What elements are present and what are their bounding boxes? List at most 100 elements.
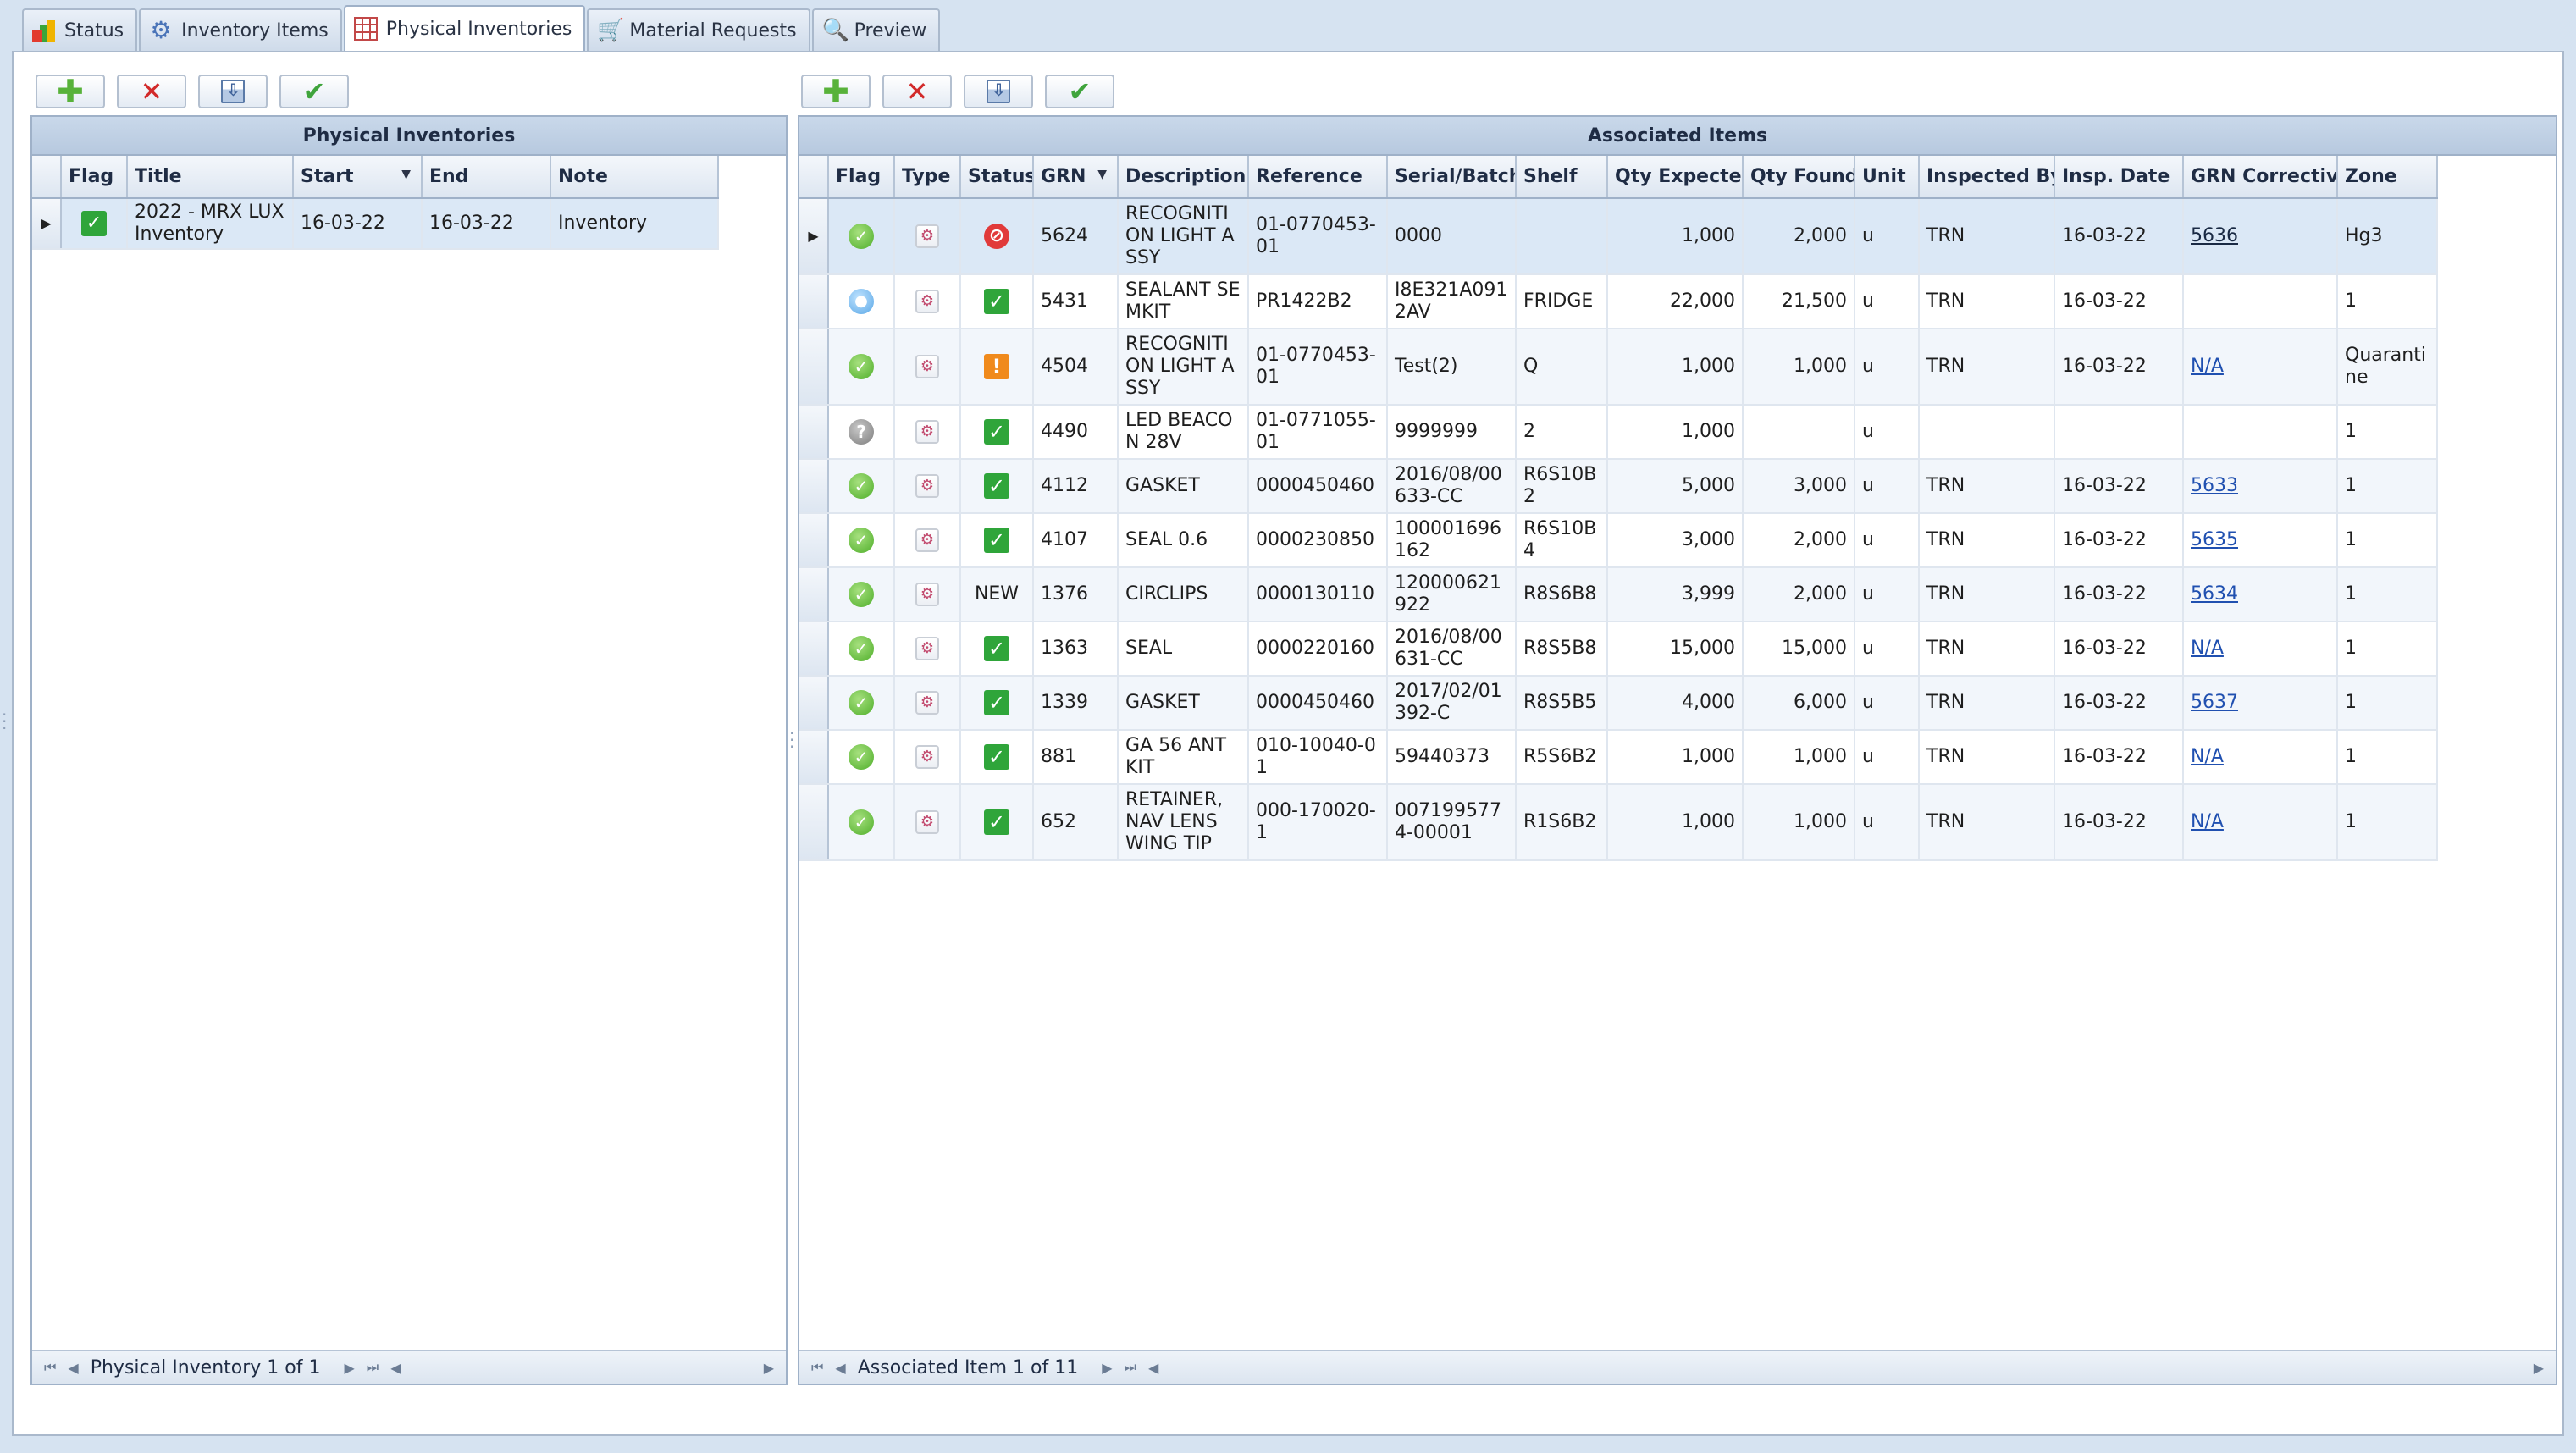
type-cell[interactable]: ⚙ [894,567,961,622]
table-row[interactable]: ▶ ✓ 2022 - MRX LUX Inventory 16-03-22 16… [32,198,719,250]
grn-corrective-cell[interactable] [2183,274,2338,329]
zone-cell[interactable]: 1 [2337,513,2438,568]
description-cell[interactable]: RECOGNITION LIGHT ASSY [1118,329,1249,406]
grn-cell[interactable]: 1363 [1033,622,1119,677]
flag-cell[interactable]: ✓ [61,198,128,250]
type-cell[interactable]: ⚙ [894,784,961,861]
unit-cell[interactable]: u [1855,513,1920,568]
column-header-qty-found[interactable]: Qty Found [1743,156,1855,199]
title-cell[interactable]: 2022 - MRX LUX Inventory [127,198,294,250]
qty-found-cell[interactable] [1743,405,1855,460]
inspected-by-cell[interactable]: TRN [1919,198,2055,275]
status-cell[interactable]: ✓ [960,676,1034,731]
table-row[interactable]: ✓ ⚙ ✓ 4107 SEAL 0.6 0000230850 100001696… [799,513,2438,568]
table-row[interactable]: ✓ ⚙ ✓ 652 RETAINER, NAV LENS WING TIP 00… [799,784,2438,861]
type-cell[interactable]: ⚙ [894,730,961,785]
column-header-inspected-by[interactable]: Inspected By [1919,156,2055,199]
status-cell[interactable]: ✓ [960,730,1034,785]
inspected-by-cell[interactable]: TRN [1919,567,2055,622]
add-inventory-button[interactable]: ✚ [36,73,105,110]
description-cell[interactable]: SEALANT SEMKIT [1118,274,1249,329]
qty-found-cell[interactable]: 6,000 [1743,676,1855,731]
table-row[interactable]: ✓ ⚙ ! 4504 RECOGNITION LIGHT ASSY 01-077… [799,329,2438,406]
qty-expected-cell[interactable]: 1,000 [1607,329,1744,406]
flag-cell[interactable]: ✓ [828,567,895,622]
zone-cell[interactable]: 1 [2337,730,2438,785]
type-cell[interactable]: ⚙ [894,405,961,460]
grn-cell[interactable]: 5624 [1033,198,1119,275]
zone-cell[interactable]: Quarantine [2337,329,2438,406]
flag-cell[interactable]: ✓ [828,676,895,731]
grn-corrective-link[interactable]: 5635 [2191,529,2238,550]
note-cell[interactable]: Inventory [550,198,719,250]
status-cell[interactable]: ✓ [960,784,1034,861]
table-row[interactable]: ✓ ⚙ ✓ 1339 GASKET 0000450460 2017/02/013… [799,676,2438,731]
description-cell[interactable]: LED BEACON 28V [1118,405,1249,460]
insp-date-cell[interactable]: 16-03-22 [2054,274,2184,329]
inspected-by-cell[interactable]: TRN [1919,730,2055,785]
grn-corrective-link[interactable]: N/A [2191,356,2224,377]
insp-date-cell[interactable] [2054,405,2184,460]
grn-cell[interactable]: 4107 [1033,513,1119,568]
grn-corrective-link[interactable]: 5633 [2191,475,2238,496]
qty-found-cell[interactable]: 1,000 [1743,784,1855,861]
serial-cell[interactable]: 0071995774-00001 [1387,784,1517,861]
tab-inventory-items[interactable]: ⚙ Inventory Items [139,8,342,51]
status-cell[interactable]: ⊘ [960,198,1034,275]
shelf-cell[interactable]: R8S5B8 [1516,622,1608,677]
table-row[interactable]: ? ⚙ ✓ 4490 LED BEACON 28V 01-0771055-01 … [799,405,2438,460]
reference-cell[interactable]: 01-0770453-01 [1248,198,1388,275]
reference-cell[interactable]: 0000220160 [1248,622,1388,677]
grn-cell[interactable]: 4504 [1033,329,1119,406]
end-cell[interactable]: 16-03-22 [422,198,551,250]
serial-cell[interactable]: 0000 [1387,198,1517,275]
shelf-cell[interactable]: FRIDGE [1516,274,1608,329]
start-cell[interactable]: 16-03-22 [293,198,423,250]
unit-cell[interactable]: u [1855,676,1920,731]
zone-cell[interactable]: 1 [2337,676,2438,731]
unit-cell[interactable]: u [1855,567,1920,622]
shelf-cell[interactable]: R6S10B4 [1516,513,1608,568]
column-header-qty-expected[interactable]: Qty Expected [1607,156,1744,199]
qty-expected-cell[interactable]: 22,000 [1607,274,1744,329]
delete-item-button[interactable]: ✕ [882,75,952,108]
description-cell[interactable]: RETAINER, NAV LENS WING TIP [1118,784,1249,861]
reference-cell[interactable]: 01-0771055-01 [1248,405,1388,460]
column-header-unit[interactable]: Unit [1855,156,1920,199]
zone-cell[interactable]: Hg3 [2337,198,2438,275]
type-cell[interactable]: ⚙ [894,622,961,677]
confirm-item-button[interactable]: ✔ [1045,75,1114,108]
table-row[interactable]: ▶ ✓ ⚙ ⊘ 5624 RECOGNITION LIGHT ASSY 01-0… [799,198,2438,275]
column-header-flag[interactable]: Flag [61,156,128,199]
zone-cell[interactable]: 1 [2337,274,2438,329]
column-header-serial-batch[interactable]: Serial/Batch [1387,156,1517,199]
insp-date-cell[interactable]: 16-03-22 [2054,622,2184,677]
next-record-icon[interactable]: ▶ [1102,1360,1112,1376]
table-row[interactable]: ✓ ⚙ NEW 1376 CIRCLIPS 0000130110 1200006… [799,567,2438,622]
save-inventory-button[interactable] [198,75,268,108]
column-header-reference[interactable]: Reference [1248,156,1388,199]
type-cell[interactable]: ⚙ [894,676,961,731]
column-header-shelf[interactable]: Shelf [1516,156,1608,199]
qty-found-cell[interactable]: 1,000 [1743,730,1855,785]
column-header-type[interactable]: Type [894,156,961,199]
unit-cell[interactable]: u [1855,622,1920,677]
reference-cell[interactable]: 0000230850 [1248,513,1388,568]
save-item-button[interactable] [964,75,1033,108]
unit-cell[interactable]: u [1855,459,1920,514]
status-cell[interactable]: ✓ [960,274,1034,329]
scroll-right-icon[interactable]: ▶ [2534,1360,2544,1376]
shelf-cell[interactable]: 2 [1516,405,1608,460]
type-cell[interactable]: ⚙ [894,459,961,514]
qty-found-cell[interactable]: 3,000 [1743,459,1855,514]
flag-cell[interactable]: ● [828,274,895,329]
description-cell[interactable]: SEAL [1118,622,1249,677]
table-row[interactable]: ✓ ⚙ ✓ 4112 GASKET 0000450460 2016/08/006… [799,459,2438,514]
reference-cell[interactable]: 01-0770453-01 [1248,329,1388,406]
flag-cell[interactable]: ✓ [828,198,895,275]
insp-date-cell[interactable]: 16-03-22 [2054,329,2184,406]
shelf-cell[interactable]: R8S5B5 [1516,676,1608,731]
table-row[interactable]: ✓ ⚙ ✓ 881 GA 56 ANT KIT 010-10040-01 594… [799,730,2438,785]
grn-corrective-cell[interactable] [2183,405,2338,460]
reference-cell[interactable]: PR1422B2 [1248,274,1388,329]
